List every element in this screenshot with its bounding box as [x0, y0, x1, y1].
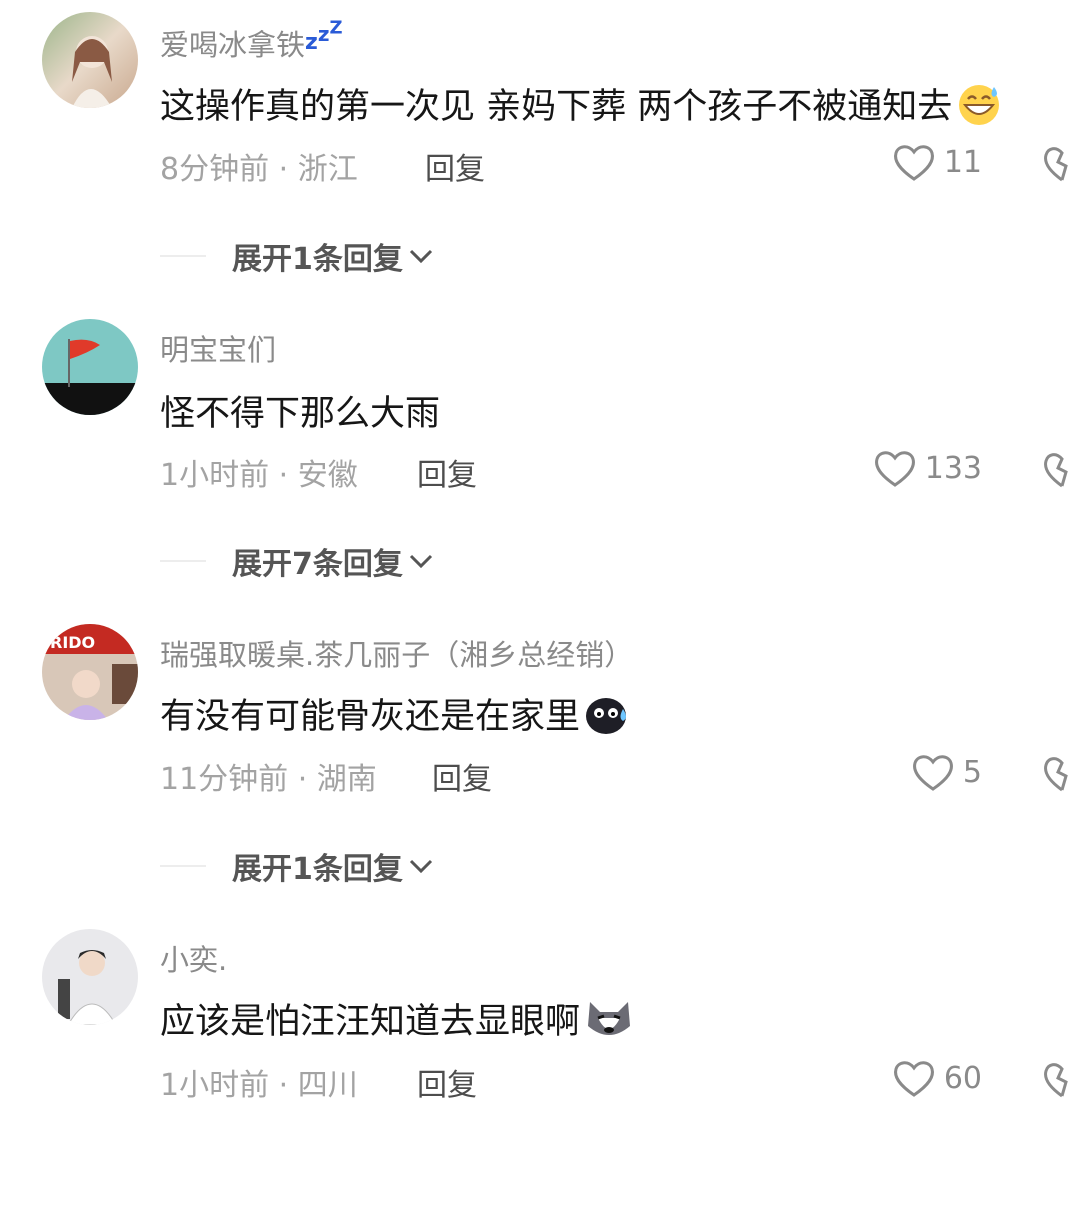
- divider: [160, 560, 206, 562]
- expand-replies-button[interactable]: 展开1条回复: [160, 234, 435, 278]
- broken-heart-icon: [1044, 147, 1068, 182]
- comment-item: 爱喝冰拿铁zzZ 这操作真的第一次见 亲妈下葬 两个孩子不被通知去 8分钟前 ·…: [0, 0, 1080, 300]
- husky-dog-emoji: [584, 996, 631, 1042]
- heart-icon: [912, 755, 953, 791]
- like-count: 60: [943, 1060, 982, 1096]
- reply-button[interactable]: 回复: [432, 754, 492, 798]
- avatar[interactable]: [42, 319, 138, 415]
- username[interactable]: 瑞强取暖桌.茶几丽子（湘乡总经销）: [160, 632, 633, 674]
- dislike-button[interactable]: [1042, 450, 1080, 490]
- expand-replies-button[interactable]: 展开1条回复: [160, 844, 435, 888]
- like-button[interactable]: 60: [892, 1058, 982, 1098]
- dislike-button[interactable]: [1042, 144, 1080, 184]
- grinning-sweat-emoji: [956, 81, 1002, 127]
- username[interactable]: 爱喝冰拿铁zzZ: [160, 17, 343, 64]
- like-count: 5: [962, 754, 982, 790]
- avatar[interactable]: [42, 929, 138, 1025]
- broken-heart-icon: [1044, 453, 1068, 488]
- broken-heart-icon: [1044, 757, 1068, 792]
- divider: [160, 255, 206, 257]
- like-count: 133: [924, 450, 982, 486]
- comment-time-location: 1小时前 · 安徽: [160, 458, 358, 493]
- dislike-button[interactable]: [1042, 1060, 1080, 1100]
- expand-replies-button[interactable]: 展开7条回复: [160, 539, 435, 583]
- black-blob-sweat-emoji: [584, 691, 630, 737]
- heart-icon: [893, 1061, 934, 1097]
- comment-text: 怪不得下那么大雨: [160, 394, 441, 434]
- username[interactable]: 明宝宝们: [160, 327, 276, 369]
- broken-heart-icon: [1044, 1063, 1068, 1098]
- reply-button[interactable]: 回复: [425, 144, 485, 188]
- comment-time-location: 8分钟前 · 浙江: [160, 152, 358, 187]
- comment-text: 这操作真的第一次见 亲妈下葬 两个孩子不被通知去: [160, 78, 1002, 129]
- reply-button[interactable]: 回复: [417, 1060, 477, 1104]
- comment-text: 有没有可能骨灰还是在家里: [160, 688, 630, 739]
- comment-text: 应该是怕汪汪知道去显眼啊: [160, 993, 631, 1044]
- like-count: 11: [943, 144, 982, 180]
- dislike-button[interactable]: [1042, 754, 1080, 794]
- comment-item: RIDO 瑞强取暖桌.茶几丽子（湘乡总经销） 有没有可能骨灰还是在家里 11分钟…: [0, 610, 1080, 910]
- like-button[interactable]: 11: [892, 142, 982, 182]
- chevron-down-icon: [409, 554, 432, 569]
- username[interactable]: 小奕.: [160, 937, 227, 979]
- avatar[interactable]: RIDO: [42, 624, 138, 720]
- avatar[interactable]: [42, 12, 138, 108]
- like-button[interactable]: 5: [911, 752, 982, 792]
- comment-time-location: 1小时前 · 四川: [160, 1068, 358, 1103]
- heart-icon: [893, 145, 934, 181]
- chevron-down-icon: [409, 859, 432, 874]
- comment-time-location: 11分钟前 · 湖南: [160, 762, 377, 797]
- like-button[interactable]: 133: [873, 448, 982, 488]
- comment-item: 明宝宝们 怪不得下那么大雨 1小时前 · 安徽 回复 133 展开7条回复: [0, 305, 1080, 605]
- comment-item: 小奕. 应该是怕汪汪知道去显眼啊 1小时前 · 四川 回复 60: [0, 915, 1080, 1215]
- reply-button[interactable]: 回复: [417, 450, 477, 494]
- heart-icon: [874, 451, 915, 487]
- svg-text:RIDO: RIDO: [50, 633, 95, 652]
- divider: [160, 865, 206, 867]
- chevron-down-icon: [409, 249, 432, 264]
- zzz-sleep-icon: zzZ: [305, 17, 343, 55]
